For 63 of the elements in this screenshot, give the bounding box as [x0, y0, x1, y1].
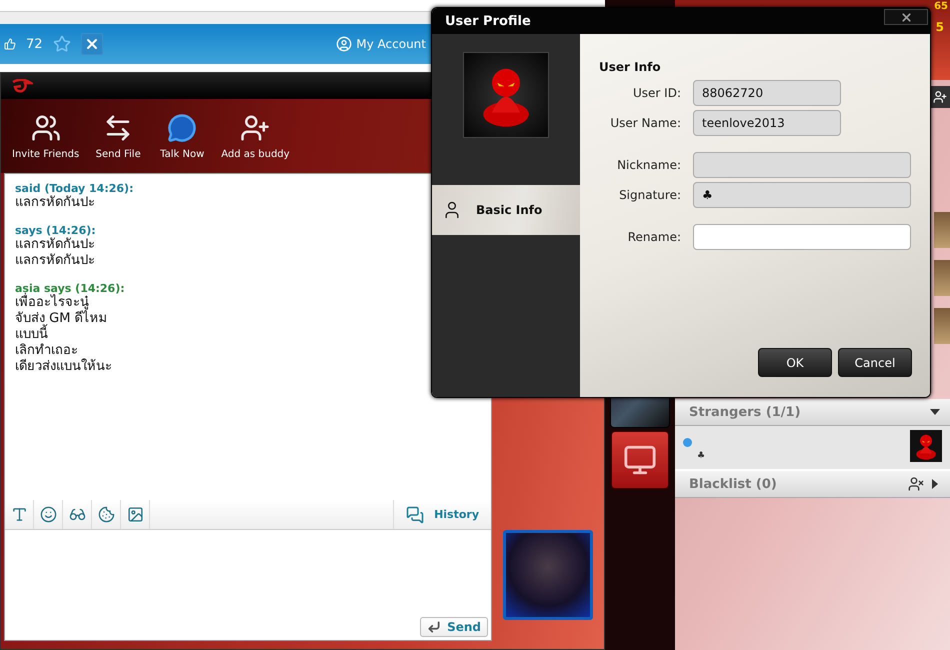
message-input[interactable]: Send: [5, 530, 491, 640]
group-header[interactable]: Blacklist (0): [675, 471, 950, 498]
smiley-icon: [40, 506, 56, 523]
contact-row[interactable]: ♣: [675, 426, 950, 471]
add-user-icon: [933, 90, 947, 104]
message-text: เพื่ออะไรจะนู๋: [15, 295, 89, 311]
dialog-title: User Profile: [445, 14, 531, 28]
enter-icon: [427, 620, 442, 634]
input-field[interactable]: teenlove2013: [693, 110, 841, 136]
message-header: said (Today 14:26):: [15, 182, 134, 195]
close-icon: [900, 10, 912, 24]
field-label: Nickname:: [616, 158, 681, 172]
triangle-icon: [930, 407, 940, 417]
field-label: User ID:: [632, 86, 681, 100]
dialog-button[interactable]: OK: [758, 348, 832, 377]
level-text: 65: [934, 1, 948, 12]
toolbar-button[interactable]: Add as buddy: [216, 108, 295, 164]
dialog-button[interactable]: Cancel: [838, 348, 912, 377]
message-text: เดียวส่งแบนให้นะ: [15, 359, 112, 375]
field-label: Signature:: [618, 188, 681, 202]
input-field[interactable]: ♣: [693, 182, 911, 208]
photo-placeholder: [934, 260, 950, 296]
message-text: แลกรหัดกันปะ: [15, 195, 95, 211]
input-field[interactable]: 88062720: [693, 80, 841, 106]
input-field[interactable]: [693, 152, 911, 178]
toolbar-button[interactable]: Send File: [88, 108, 148, 164]
coin-count: 5: [936, 20, 944, 34]
user-circle-icon: [336, 36, 352, 52]
contact-signature: ♣: [697, 451, 706, 461]
message-text: แลกรหัดกันปะ: [15, 237, 95, 253]
section-title: User Info: [599, 60, 662, 74]
toolbar-button[interactable]: Invite Friends: [7, 108, 84, 164]
add-user-icon: [240, 112, 270, 142]
message-header: says (14:26):: [15, 224, 97, 237]
glasses-icon: [68, 506, 86, 523]
like-count: 72: [26, 36, 43, 52]
toolbar-button[interactable]: Talk Now: [152, 108, 212, 164]
thumbs-up-icon: [4, 38, 16, 50]
input-field[interactable]: [693, 224, 911, 250]
lan-button[interactable]: [611, 431, 669, 489]
history-button[interactable]: History: [393, 500, 491, 529]
users-plus-icon: [30, 112, 61, 142]
close-button[interactable]: [884, 9, 928, 25]
triangle-icon: [930, 479, 940, 489]
message-text: แลกรหัดกันปะ: [15, 253, 95, 269]
logo-icon: [11, 79, 33, 93]
font-icon: [10, 506, 28, 523]
speech-bubble-icon: [167, 112, 198, 142]
basic-info-tab[interactable]: Basic Info: [432, 185, 580, 235]
message-text: เลิกทำเถอะ: [15, 343, 78, 358]
field-label: User Name:: [609, 116, 681, 130]
monitor-icon: [623, 443, 657, 477]
close-button[interactable]: [80, 33, 103, 55]
photo-placeholder: [934, 308, 950, 344]
photo-placeholder: [934, 212, 950, 248]
blocked-user-icon: [908, 476, 924, 492]
field-label: Rename:: [626, 230, 681, 244]
group-header[interactable]: Strangers (1/1): [675, 399, 950, 426]
star-icon[interactable]: [52, 35, 71, 53]
add-contact-button[interactable]: [930, 86, 950, 108]
image-icon: [126, 506, 144, 523]
chat-bubbles-icon: [406, 506, 424, 524]
send-button[interactable]: Send: [420, 617, 488, 637]
